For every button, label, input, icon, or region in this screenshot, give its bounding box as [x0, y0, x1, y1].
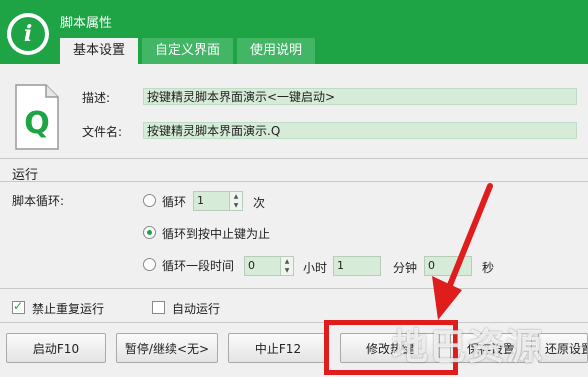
pause-resume-button[interactable]: 暂停/继续<无>: [116, 333, 218, 363]
minutes-unit-label: 分钟: [393, 261, 418, 275]
hours-stepper[interactable]: 0 ▲ ▼: [244, 256, 294, 276]
filename-field[interactable]: 按键精灵脚本界面演示.Q: [143, 122, 577, 139]
window-title: 脚本属性: [60, 16, 113, 31]
watermark-text: 地巴资源: [392, 327, 545, 368]
spin-arrows-icon[interactable]: ▲ ▼: [280, 257, 293, 275]
loop-count-stepper[interactable]: 1 ▲ ▼: [193, 191, 243, 211]
loop-unit-label: 次: [253, 196, 266, 210]
start-button[interactable]: 启动F10: [6, 333, 106, 363]
no-repeat-checkbox[interactable]: [12, 299, 25, 314]
radio-until-stop-label: 循环到按中止键为止: [162, 227, 271, 241]
spin-arrows-icon[interactable]: ▲ ▼: [229, 192, 242, 210]
hours-unit-label: 小时: [303, 261, 328, 275]
title-bar: i 脚本属性 基本设置 自定义界面 使用说明: [0, 0, 588, 64]
radio-loop-count[interactable]: [143, 194, 156, 207]
loop-count-value: 1: [197, 194, 204, 207]
divider: [0, 158, 588, 159]
radio-loop-period-label: 循环一段时间: [162, 259, 235, 273]
radio-loop-count-label: 循环: [162, 195, 187, 209]
auto-run-label: 自动运行: [172, 302, 221, 316]
red-arrow-icon: [432, 183, 493, 320]
app-logo-icon: i: [7, 13, 49, 55]
script-file-icon: Q: [15, 84, 59, 150]
radio-until-stop[interactable]: [143, 226, 156, 239]
tab-basic-settings[interactable]: 基本设置: [60, 38, 139, 64]
minutes-field[interactable]: 1: [333, 256, 381, 276]
hours-value: 0: [248, 259, 255, 272]
no-repeat-label: 禁止重复运行: [32, 302, 105, 316]
stop-button[interactable]: 中止F12: [228, 333, 328, 363]
restore-settings-button[interactable]: 还原设置: [538, 333, 588, 363]
tab-help[interactable]: 使用说明: [237, 38, 316, 64]
auto-run-checkbox[interactable]: [152, 301, 165, 314]
description-label: 描述:: [82, 91, 111, 105]
filename-label: 文件名:: [82, 125, 123, 139]
tab-custom-ui[interactable]: 自定义界面: [142, 38, 234, 64]
description-field[interactable]: 按键精灵脚本界面演示<一键启动>: [143, 88, 577, 105]
script-loop-label: 脚本循环:: [12, 194, 65, 208]
radio-loop-period[interactable]: [143, 258, 156, 271]
tab-bar: 基本设置 自定义界面 使用说明: [60, 38, 319, 64]
svg-text:Q: Q: [24, 106, 50, 141]
